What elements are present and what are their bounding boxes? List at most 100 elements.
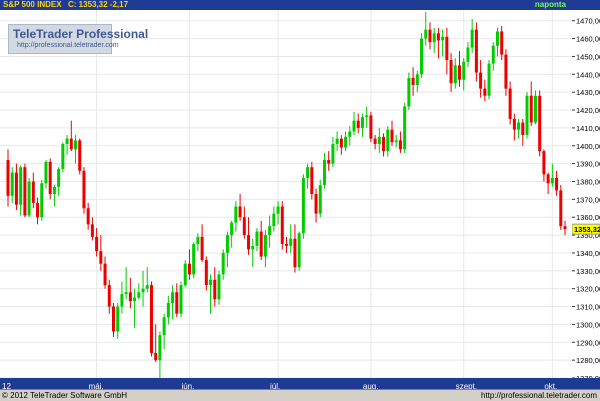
candle-body (293, 238, 297, 268)
candle-body (221, 252, 225, 275)
candle-body (382, 136, 386, 152)
candle-body (445, 36, 449, 61)
candle-body (86, 208, 90, 225)
candle-body (285, 244, 288, 246)
logo-url: http://professional.teletrader.com (17, 42, 119, 49)
candle-body (149, 285, 153, 353)
candle-body (533, 95, 537, 123)
price-axis[interactable]: 1270,001280,001290,001300,001310,001320,… (571, 10, 600, 383)
candle-body (107, 285, 111, 307)
candle-body (491, 45, 495, 64)
y-tick-label: 1410,00 (576, 124, 600, 133)
candle-body (133, 297, 137, 302)
candle-body (74, 140, 78, 150)
candle-body (398, 140, 402, 150)
y-tick-label: 1280,00 (576, 356, 600, 365)
candle-body (458, 65, 462, 80)
candle-body (529, 95, 533, 123)
candle-body (360, 117, 364, 128)
candle-body (555, 177, 559, 191)
candle-body (10, 172, 14, 196)
candle-body (65, 138, 69, 144)
website-link[interactable]: http://professional.teletrader.com (481, 390, 597, 401)
candle-body (335, 138, 339, 144)
y-tick-label: 1300,00 (576, 320, 600, 329)
candle-body (411, 77, 415, 86)
candle-body (183, 263, 187, 286)
candle-body (369, 115, 373, 139)
candle-body (209, 279, 213, 286)
candle-body (559, 190, 563, 227)
candle-body (247, 235, 251, 250)
candle-body (318, 185, 322, 214)
plot-area[interactable]: TeleTrader Professional http://professio… (0, 10, 573, 379)
candle-body (111, 306, 115, 332)
candle-body (495, 31, 499, 46)
price-axis-svg: 1270,001280,001290,001300,001310,001320,… (571, 17, 600, 383)
candle-body (61, 143, 65, 169)
candle-body (238, 206, 242, 218)
candle-body (415, 74, 419, 86)
teletrader-logo: TeleTrader Professional http://professio… (8, 24, 148, 54)
candle-body (40, 183, 44, 218)
copyright-text: © 2012 TeleTrader Software GmbH (2, 391, 128, 400)
candle-body (504, 54, 508, 89)
candle-body (449, 60, 453, 84)
candle-body (175, 292, 179, 314)
candle-body (470, 29, 474, 48)
y-tick-label: 1390,00 (576, 160, 600, 169)
y-tick-label: 1430,00 (576, 88, 600, 97)
candle-body (187, 263, 191, 275)
y-tick-label: 1450,00 (576, 52, 600, 61)
candle-body (27, 181, 31, 216)
candle-body (276, 206, 280, 214)
candle-body (512, 118, 516, 130)
candle-body (462, 61, 466, 80)
candle-body (6, 160, 10, 196)
candle-body (162, 317, 166, 336)
candle-body (213, 279, 217, 300)
candle-body (179, 285, 183, 314)
candle-body (82, 170, 86, 209)
candle-body (306, 167, 310, 178)
y-tick-label: 1370,00 (576, 195, 600, 204)
candle-body (99, 251, 103, 264)
candle-body (78, 140, 82, 171)
grid (0, 10, 572, 379)
candle-body (390, 129, 394, 143)
y-tick-label: 1380,00 (576, 177, 600, 186)
date-axis[interactable]: 12máj.jún.júl.aug.szept.okt.nov. (0, 378, 572, 391)
candle-body (234, 206, 238, 223)
candle-body (217, 274, 221, 300)
candle-body (487, 63, 491, 96)
candle-body (116, 306, 120, 332)
candle-body (339, 138, 343, 148)
candle-body (225, 235, 229, 253)
candle-body (19, 167, 23, 205)
candle-body (158, 335, 162, 361)
candle-body (124, 292, 128, 295)
last-price-label: 1353,32 (574, 225, 600, 234)
candle-body (128, 292, 132, 302)
candle-body (120, 294, 124, 307)
candle-body (377, 136, 381, 144)
candle-body (23, 167, 27, 216)
candle-body (301, 177, 305, 234)
candle-body (141, 288, 145, 293)
price-chart[interactable] (0, 10, 572, 379)
candle-body (95, 236, 99, 252)
candle-body (154, 352, 158, 361)
candle-body (289, 238, 293, 246)
candle-body (192, 244, 196, 275)
candle-body (322, 160, 326, 186)
candle-body (36, 202, 40, 218)
y-tick-label: 1310,00 (576, 303, 600, 312)
chart-header-bar: S&P 500 INDEX C: 1353,32 -2,17 naponta (0, 0, 600, 10)
candle-body (420, 38, 424, 75)
candle-body (242, 217, 246, 236)
candle-body (394, 140, 398, 143)
candle-body (166, 302, 170, 318)
candle-body (483, 88, 487, 96)
candle-body (373, 138, 377, 144)
candle-body (403, 106, 407, 150)
